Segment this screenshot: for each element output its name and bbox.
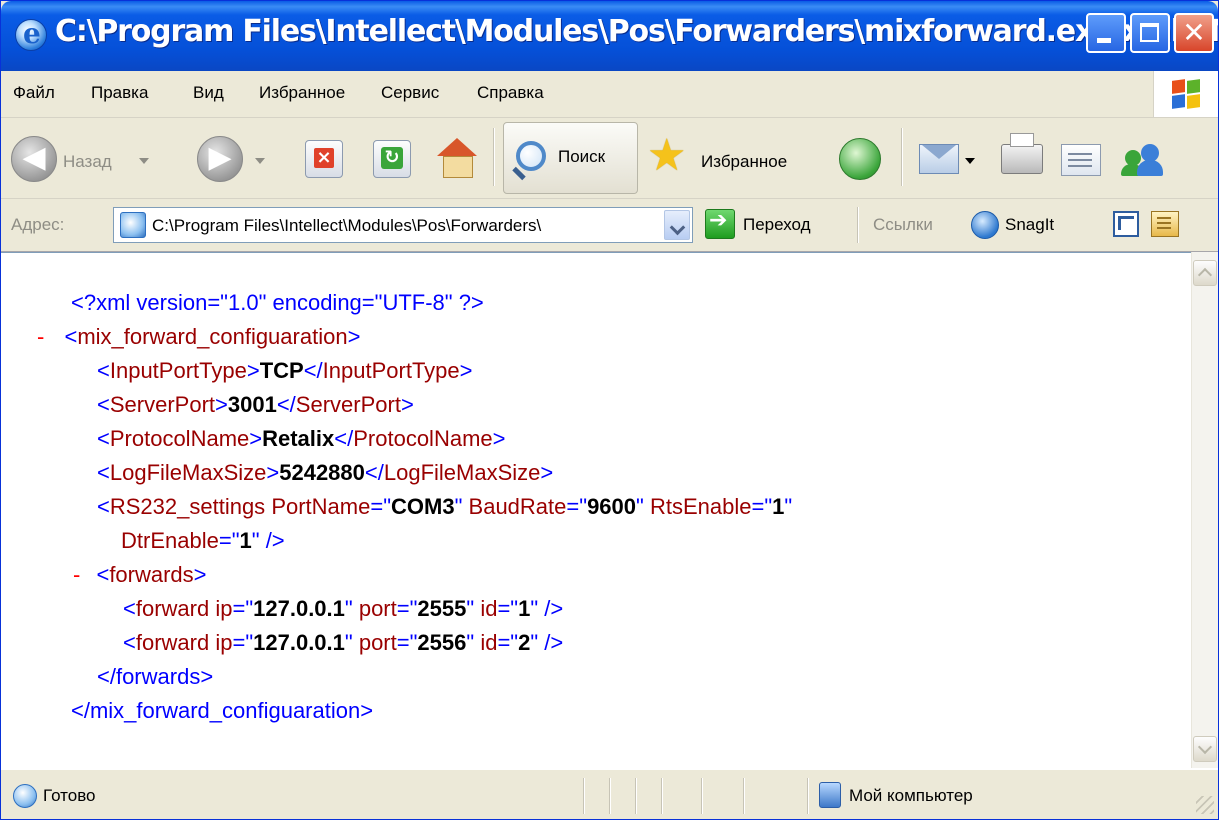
links-label[interactable]: Ссылки [873,215,933,235]
back-button[interactable]: ◀ Назад [11,130,171,186]
xml-rs232-settings-cont: DtrEnable="1" /> [121,528,285,553]
page-icon [120,212,146,238]
xml-forward-1: <forward ip="127.0.0.1" port="2555" id="… [123,596,564,621]
address-value[interactable]: C:\Program Files\Intellect\Modules\Pos\F… [152,216,632,236]
scroll-down-icon[interactable] [1193,736,1217,762]
minimize-icon [1097,38,1111,43]
menu-help[interactable]: Справка [477,83,544,103]
favorites-label: Избранное [701,152,788,171]
xml-root-open: - <mix_forward_configuaration> [37,324,361,349]
xml-root-close: </mix_forward_configuaration> [71,698,374,723]
resize-grip-icon[interactable] [1196,796,1214,814]
close-icon: ✕ [1182,16,1206,49]
xml-forwards-open: - <forwards> [73,562,207,587]
search-button[interactable]: Поиск [503,122,638,194]
close-button[interactable]: ✕ [1174,13,1214,53]
xml-log-file-max-size: <LogFileMaxSize>5242880</LogFileMaxSize> [97,460,554,485]
menu-tools[interactable]: Сервис [381,83,439,103]
ie-icon [15,17,47,51]
address-bar: Адрес: C:\Program Files\Intellect\Module… [1,199,1218,252]
edit-icon [1061,144,1101,176]
snagit-icon[interactable] [971,211,999,239]
xml-rs232-settings: <RS232_settings PortName="COM3" BaudRate… [97,494,793,519]
menu-favorites[interactable]: Избранное [259,83,345,103]
menu-edit[interactable]: Правка [91,83,148,103]
xml-forward-2: <forward ip="127.0.0.1" port="2556" id="… [123,630,564,655]
mail-button[interactable] [919,130,991,186]
menu-file[interactable]: Файл [13,83,55,103]
go-button[interactable]: Переход [743,215,811,235]
refresh-icon: ↻ [373,140,411,178]
forward-arrow-icon: ▶ [197,136,243,182]
messenger-icon [1121,140,1165,178]
collapse-toggle[interactable]: - [73,562,80,587]
status-text: Готово [43,786,96,805]
forward-dropdown-icon[interactable] [255,158,265,164]
back-arrow-icon: ◀ [11,136,57,182]
title-bar[interactable]: C:\Program Files\Intellect\Modules\Pos\F… [1,1,1218,71]
stop-button[interactable]: × [305,130,345,186]
snagit-capture-icon[interactable] [1113,211,1139,237]
star-icon: ★ [647,130,687,181]
minimize-button[interactable] [1086,13,1126,53]
menu-view[interactable]: Вид [193,83,224,103]
collapse-toggle[interactable]: - [37,324,44,349]
xml-content: <?xml version="1.0" encoding="UTF-8" ?> … [1,252,1218,769]
refresh-button[interactable]: ↻ [373,130,413,186]
media-button[interactable] [839,130,883,186]
home-button[interactable] [437,130,481,186]
snagit-editor-icon[interactable] [1151,211,1179,237]
search-label: Поиск [558,147,606,166]
xml-protocol-name: <ProtocolName>Retalix</ProtocolName> [97,426,506,451]
maximize-icon [1140,23,1159,42]
xml-forwards-close: </forwards> [97,664,214,689]
messenger-button[interactable] [1121,130,1171,186]
media-icon [839,138,881,180]
back-label: Назад [63,152,112,171]
xml-input-port-type: <InputPortType>TCP</InputPortType> [97,358,473,383]
stop-icon: × [305,140,343,178]
print-icon [1001,133,1043,174]
mail-dropdown-icon[interactable] [965,158,975,164]
go-arrow-icon[interactable] [705,208,735,239]
scroll-up-icon[interactable] [1193,260,1217,286]
address-label: Адрес: [11,215,65,234]
print-button[interactable] [1001,130,1045,186]
edit-button[interactable] [1061,130,1105,186]
address-dropdown-icon[interactable] [664,210,690,240]
mail-icon [919,144,959,174]
security-zone: Мой компьютер [849,786,973,805]
menu-bar: Файл Правка Вид Избранное Сервис Справка [1,71,1218,118]
toolbar: ◀ Назад ▶ × ↻ Поиск ★ Избранное [1,118,1218,199]
status-bar: Готово Мой компьютер [1,769,1218,819]
windows-flag-icon [1172,79,1200,109]
xml-declaration: <?xml version="1.0" encoding="UTF-8" ?> [71,290,484,315]
favorites-button[interactable]: ★ Избранное [647,130,827,186]
vertical-scrollbar[interactable] [1191,252,1218,768]
back-dropdown-icon[interactable] [139,158,149,164]
xml-server-port: <ServerPort>3001</ServerPort> [97,392,414,417]
window-title: C:\Program Files\Intellect\Modules\Pos\F… [55,14,1219,49]
address-input[interactable]: C:\Program Files\Intellect\Modules\Pos\F… [113,207,693,243]
snagit-button[interactable]: SnagIt [1005,215,1054,235]
maximize-button[interactable] [1130,13,1170,53]
ie-window: C:\Program Files\Intellect\Modules\Pos\F… [0,0,1219,820]
computer-zone-icon [819,782,841,808]
forward-button[interactable]: ▶ [197,130,277,186]
home-icon [437,138,477,178]
search-icon [516,141,546,171]
page-status-icon [13,784,37,808]
windows-logo [1153,71,1218,117]
